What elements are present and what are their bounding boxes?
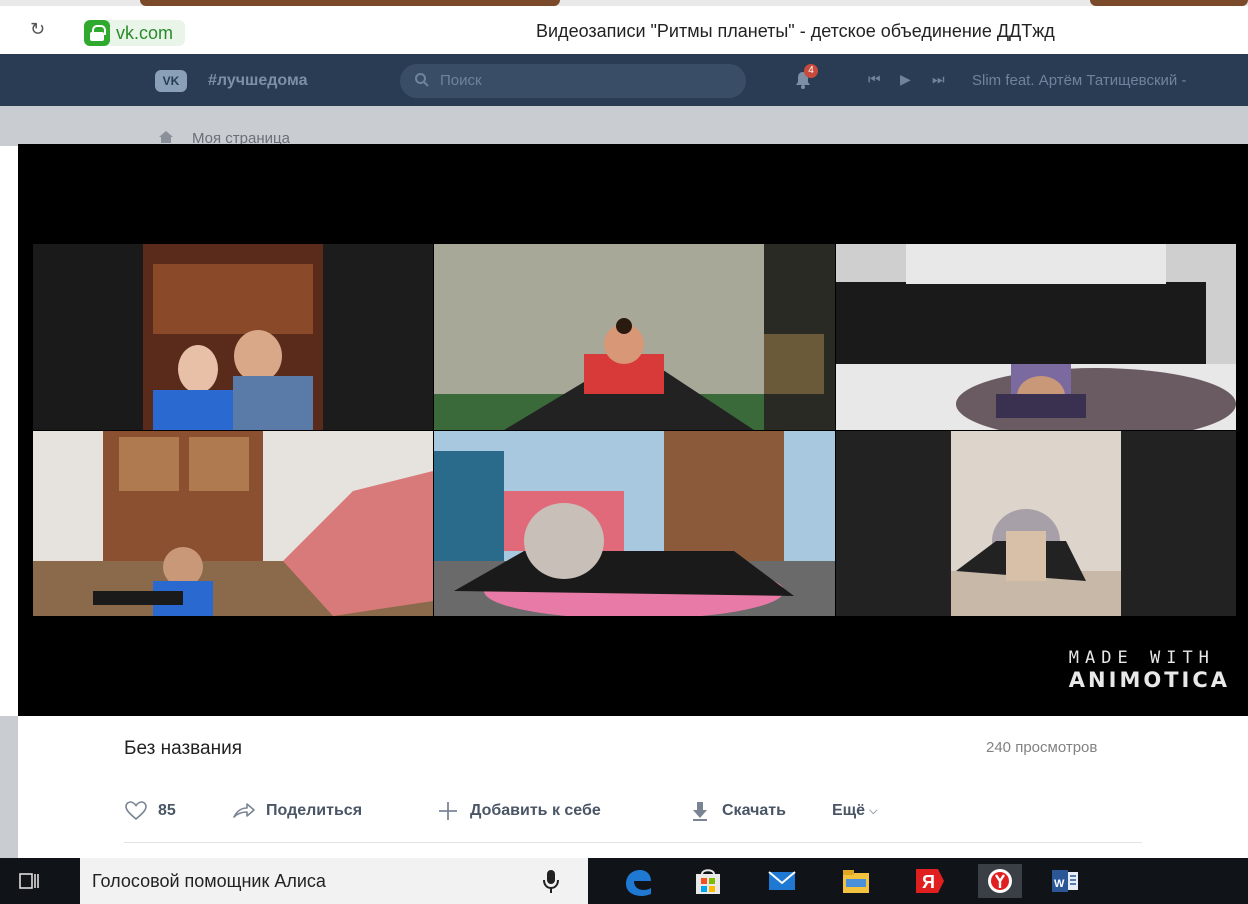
video-tile-1 xyxy=(33,244,433,430)
video-collage xyxy=(33,244,1236,616)
search-input[interactable]: Поиск xyxy=(400,64,746,98)
view-count: 240 просмотров xyxy=(986,739,1098,756)
next-track-icon[interactable]: ⏭ xyxy=(932,72,945,88)
video-tile-4 xyxy=(33,431,433,616)
video-tile-6 xyxy=(836,431,1236,616)
edge-icon[interactable] xyxy=(620,864,656,898)
vk-logo-icon[interactable]: VK xyxy=(155,70,187,92)
url-field[interactable]: vk.com xyxy=(84,20,186,46)
like-count: 85 xyxy=(158,802,176,819)
add-to-mine-button[interactable]: Добавить к себе xyxy=(436,796,601,826)
yandex-browser-button[interactable] xyxy=(978,864,1022,898)
page-title: Видеозаписи "Ритмы планеты" - детское об… xyxy=(536,21,1055,41)
yandex-icon[interactable]: Я xyxy=(912,864,948,898)
play-icon[interactable]: ▶ xyxy=(900,72,911,88)
svg-text:W: W xyxy=(1054,878,1065,890)
watermark-line-1: MADE WITH xyxy=(1068,648,1215,668)
download-label: Скачать xyxy=(722,802,786,819)
vk-page-background xyxy=(0,106,1248,146)
add-label: Добавить к себе xyxy=(470,802,601,819)
alisa-label: Голосовой помощник Алиса xyxy=(92,871,326,891)
windows-taskbar: Голосовой помощник Алиса Я W xyxy=(0,858,1248,904)
file-explorer-icon[interactable] xyxy=(838,864,874,898)
microphone-icon[interactable] xyxy=(542,868,560,894)
vk-hashtag[interactable]: #лучшедома xyxy=(208,72,308,90)
word-icon[interactable]: W xyxy=(1048,864,1084,898)
video-tile-5 xyxy=(434,431,835,616)
like-button[interactable]: 85 xyxy=(124,796,176,826)
search-icon xyxy=(415,73,429,87)
video-tile-2 xyxy=(434,244,835,430)
url-text: vk.com xyxy=(116,23,174,43)
vk-header: VK #лучшедома Поиск 4 ⏮ ▶ ⏭ Slim feat. А… xyxy=(0,54,1248,106)
svg-text:Я: Я xyxy=(922,872,935,892)
now-playing-track[interactable]: Slim feat. Артём Татищевский - xyxy=(972,72,1186,89)
download-button[interactable]: Скачать xyxy=(688,796,786,826)
task-view-icon[interactable] xyxy=(18,870,40,892)
search-placeholder: Поиск xyxy=(440,72,482,89)
screen: ↻ vk.com Видеозаписи "Ритмы планеты" - д… xyxy=(0,0,1248,904)
home-icon xyxy=(159,131,173,143)
more-label: Ещё xyxy=(832,802,866,819)
share-icon xyxy=(233,803,255,818)
yandex-browser-icon xyxy=(988,869,1012,893)
animotica-watermark: MADE WITH ANIMOTICA xyxy=(1069,648,1230,692)
video-player[interactable]: MADE WITH ANIMOTICA xyxy=(18,144,1248,716)
reload-icon[interactable]: ↻ xyxy=(30,20,50,40)
prev-track-icon[interactable]: ⏮ xyxy=(868,72,881,88)
notification-badge: 4 xyxy=(804,64,818,78)
video-title: Без названия xyxy=(124,738,243,759)
alisa-search-box[interactable]: Голосовой помощник Алиса xyxy=(80,858,588,904)
mail-icon[interactable] xyxy=(764,864,800,898)
plus-icon xyxy=(439,802,457,820)
watermark-line-2: ANIMOTICA xyxy=(1068,668,1230,692)
share-button[interactable]: Поделиться xyxy=(232,796,362,826)
address-bar: ↻ vk.com Видеозаписи "Ритмы планеты" - д… xyxy=(0,6,1248,54)
heart-icon xyxy=(125,801,147,821)
more-button[interactable]: Ещё ⌵ xyxy=(832,796,877,826)
video-tile-3 xyxy=(836,244,1236,430)
store-icon[interactable] xyxy=(690,864,726,898)
divider xyxy=(124,842,1142,843)
lock-icon xyxy=(84,20,110,46)
chevron-down-icon: ⌵ xyxy=(869,804,878,817)
download-icon xyxy=(693,802,707,821)
share-label: Поделиться xyxy=(266,802,363,819)
page-left-edge xyxy=(0,716,18,858)
